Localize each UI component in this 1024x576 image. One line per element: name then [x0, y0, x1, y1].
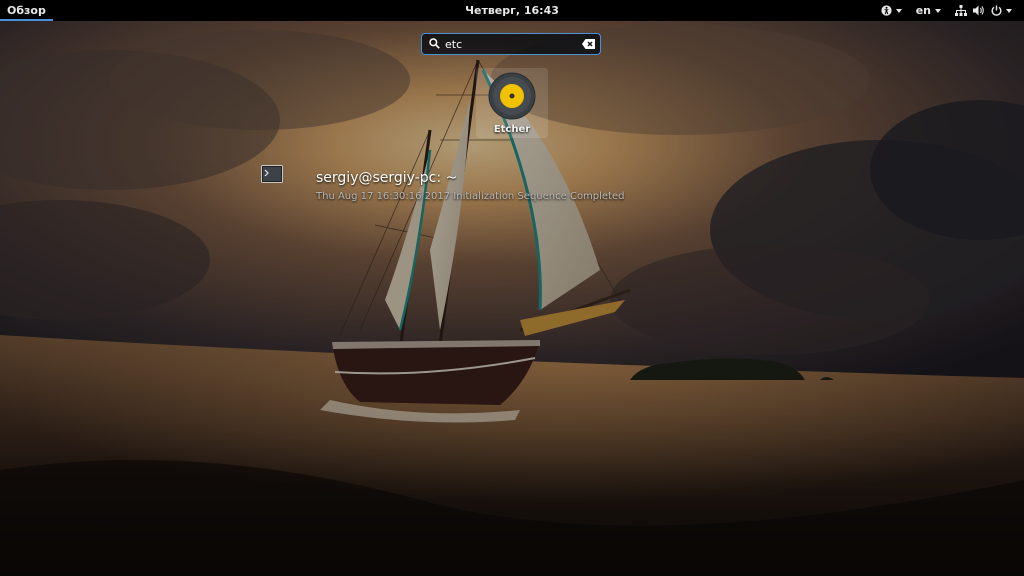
clock: Четверг, 16:43 — [0, 0, 1024, 21]
terminal-result-title: sergiy@sergiy-pc: ~ — [316, 170, 458, 186]
top-bar: Обзор Четверг, 16:43 en — [0, 0, 1024, 21]
system-status-menu[interactable] — [951, 0, 1016, 21]
clear-search-icon[interactable] — [582, 39, 595, 49]
etcher-icon — [488, 72, 536, 120]
volume-icon — [973, 5, 984, 16]
clock-button[interactable]: Четверг, 16:43 — [465, 4, 559, 17]
terminal-search-result[interactable]: sergiy@sergiy-pc: ~ Thu Aug 17 16:30:16 … — [258, 160, 628, 210]
chevron-down-icon — [895, 8, 902, 13]
terminal-icon — [261, 165, 283, 183]
power-icon — [991, 5, 1002, 16]
search-icon — [429, 38, 440, 49]
activities-button[interactable]: Обзор — [0, 0, 53, 21]
language-label: en — [915, 4, 931, 17]
app-result-label: Etcher — [493, 124, 531, 135]
accessibility-menu[interactable] — [877, 0, 906, 21]
desktop-overview: Обзор Четверг, 16:43 en etc Etcher sergi… — [0, 0, 1024, 576]
chevron-down-icon — [935, 8, 941, 13]
system-tray: en — [877, 0, 1016, 21]
search-input[interactable] — [445, 36, 575, 52]
app-result-etcher[interactable]: Etcher — [476, 68, 548, 138]
accessibility-icon — [881, 5, 892, 16]
terminal-result-description: Thu Aug 17 16:30:16 2017 Initialization … — [316, 191, 625, 202]
chevron-down-icon — [1006, 8, 1012, 13]
search-entry — [421, 33, 601, 55]
network-wired-icon — [955, 5, 967, 16]
language-menu[interactable]: en — [912, 0, 945, 21]
